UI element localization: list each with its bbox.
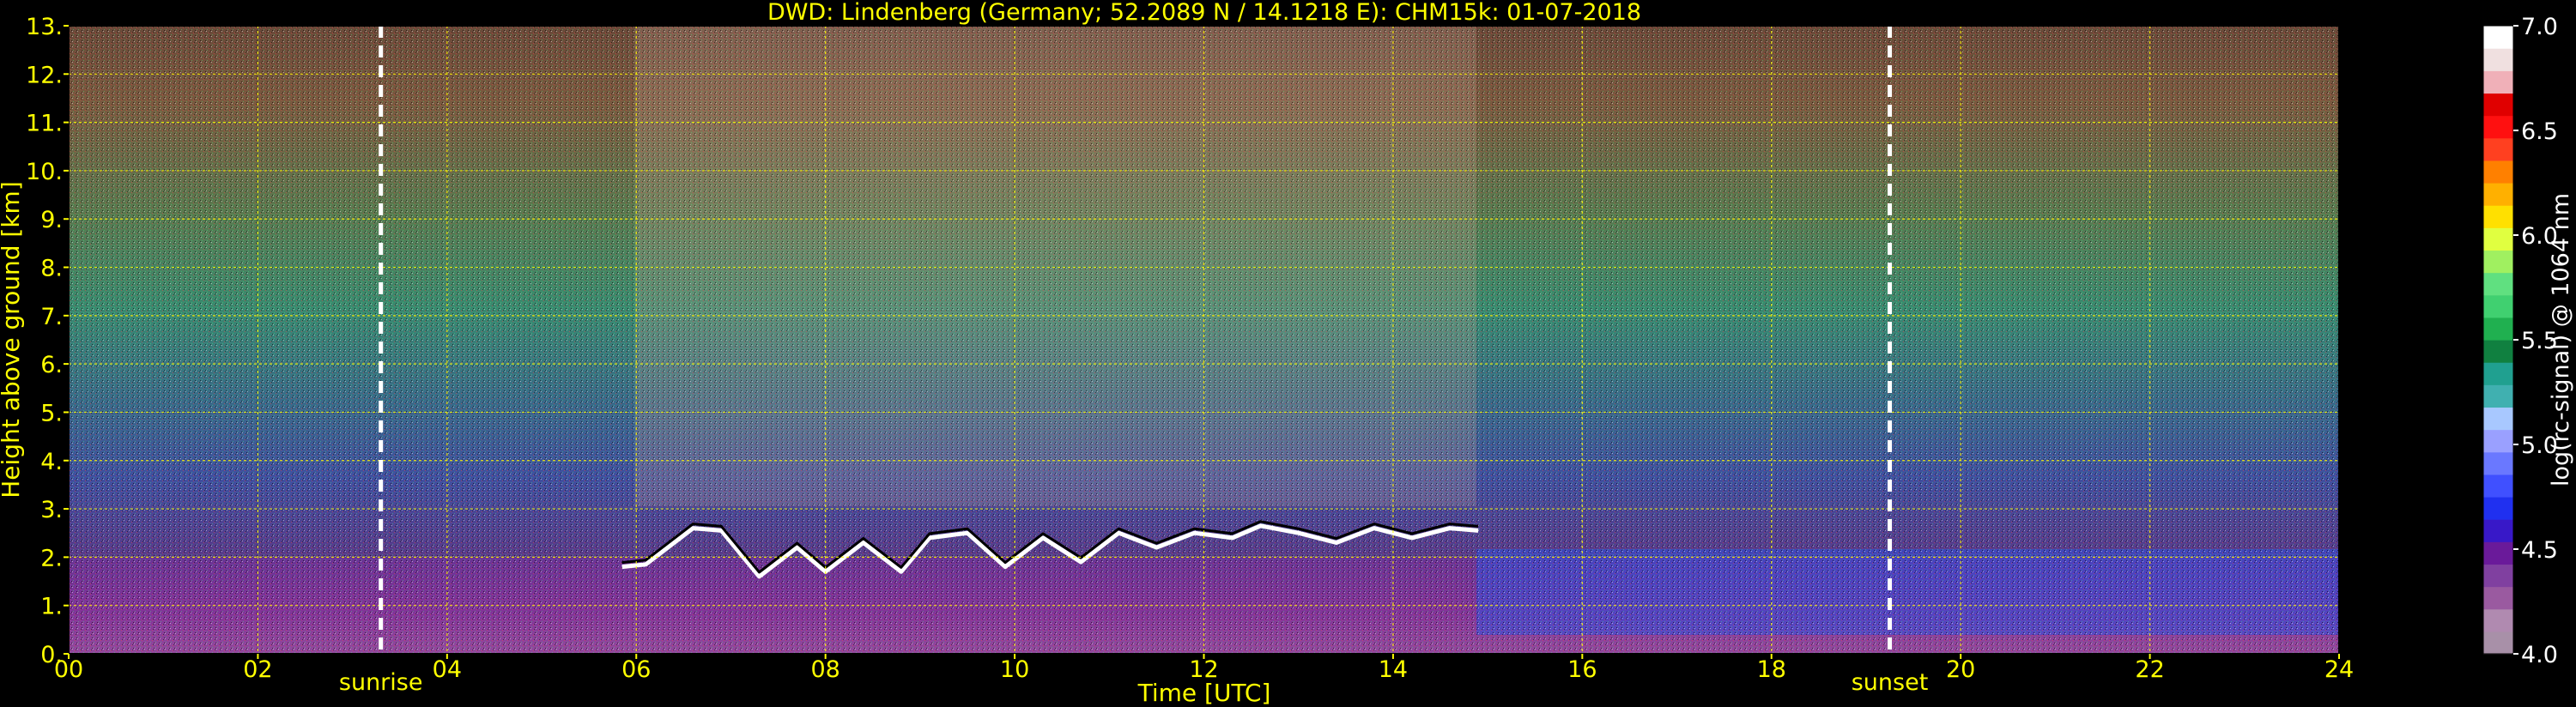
y-axis: 0. 1. 2. 3. 4. 5. 6. 7. 8. 9. 10. 11. 12. 13. bbox=[26, 14, 69, 668]
colorbar-block bbox=[2483, 137, 2513, 161]
colorbar-block bbox=[2483, 541, 2513, 565]
x-tick-label: 14 bbox=[1379, 656, 1408, 683]
colorbar-block bbox=[2483, 474, 2513, 498]
colorbar-block bbox=[2483, 340, 2513, 363]
colorbar-block bbox=[2483, 294, 2513, 318]
colorbar-tick-label: 6.5 bbox=[2521, 118, 2558, 145]
x-tick-label: 16 bbox=[1567, 656, 1597, 683]
chart-title: DWD: Lindenberg (Germany; 52.2089 N / 14… bbox=[767, 0, 1641, 26]
colorbar-block bbox=[2483, 250, 2513, 274]
colorbar: 4.04.55.05.56.06.57.0 log(rc-signal) @ 1… bbox=[2482, 14, 2574, 668]
colorbar-block bbox=[2483, 93, 2513, 117]
colorbar-tick-label: 4.5 bbox=[2521, 537, 2558, 564]
y-tick-label: 0. bbox=[40, 642, 63, 668]
colorbar-block bbox=[2483, 317, 2513, 341]
y-tick-label: 13. bbox=[26, 14, 63, 40]
colorbar-block bbox=[2483, 205, 2513, 228]
y-tick-label: 9. bbox=[40, 207, 63, 233]
y-tick-label: 5. bbox=[40, 400, 63, 426]
colorbar-block bbox=[2483, 519, 2513, 542]
colorbar-block bbox=[2483, 70, 2513, 94]
colorbar-block bbox=[2483, 227, 2513, 251]
colorbar-label: log(rc-signal) @ 1064 nm bbox=[2548, 193, 2574, 486]
ceilometer-chart: 00 02 04 06 08 10 12 14 16 18 20 22 24 0.1.2.3.4.5.6… bbox=[0, 0, 2574, 707]
x-tick-label: 08 bbox=[810, 656, 839, 683]
y-tick-label: 6. bbox=[40, 352, 63, 378]
y-tick-label: 4. bbox=[40, 449, 63, 475]
y-axis-label: Height above ground [km] bbox=[0, 181, 25, 499]
x-tick-label: 06 bbox=[621, 656, 651, 683]
x-tick-label: 18 bbox=[1757, 656, 1786, 683]
colorbar-block bbox=[2483, 407, 2513, 431]
y-tick-label: 11. bbox=[26, 111, 63, 137]
colorbar-block bbox=[2483, 183, 2513, 206]
colorbar-block bbox=[2483, 631, 2513, 655]
annotation-labels: sunrise sunset bbox=[339, 669, 1928, 696]
y-tick-label: 8. bbox=[40, 256, 63, 282]
colorbar-block bbox=[2483, 586, 2513, 610]
y-tick-label: 2. bbox=[40, 545, 63, 571]
colorbar-tick-label: 7.0 bbox=[2521, 14, 2558, 40]
colorbar-block bbox=[2483, 429, 2513, 453]
colorbar-block bbox=[2483, 26, 2513, 49]
annotation-label-sunrise: sunrise bbox=[339, 669, 423, 696]
x-tick-label: 10 bbox=[1000, 656, 1029, 683]
plot-area bbox=[68, 25, 2340, 655]
colorbar-block bbox=[2483, 160, 2513, 184]
colorbar-block bbox=[2483, 608, 2513, 632]
x-tick-label: 22 bbox=[2135, 656, 2164, 683]
colorbar-block bbox=[2483, 272, 2513, 296]
x-tick-label: 04 bbox=[433, 656, 462, 683]
x-tick-label: 20 bbox=[1946, 656, 1975, 683]
colorbar-block bbox=[2483, 564, 2513, 588]
colorbar-block bbox=[2483, 115, 2513, 139]
x-axis-label: Time [UTC] bbox=[1137, 679, 1271, 707]
colorbar-block bbox=[2483, 451, 2513, 475]
colorbar-block bbox=[2483, 48, 2513, 71]
colorbar-tick-label: 4.0 bbox=[2521, 642, 2558, 668]
y-tick-label: 7. bbox=[40, 304, 63, 330]
y-tick-label: 12. bbox=[26, 62, 63, 88]
x-tick-label: 02 bbox=[243, 656, 272, 683]
x-tick-label: 24 bbox=[2324, 656, 2354, 683]
y-tick-label: 1. bbox=[40, 594, 63, 620]
y-tick-label: 3. bbox=[40, 497, 63, 523]
colorbar-block bbox=[2483, 384, 2513, 408]
colorbar-block bbox=[2483, 362, 2513, 385]
annotation-label-sunset: sunset bbox=[1852, 669, 1929, 696]
colorbar-block bbox=[2483, 497, 2513, 520]
y-tick-label: 10. bbox=[26, 159, 63, 185]
colorbar-blocks bbox=[2483, 26, 2513, 655]
